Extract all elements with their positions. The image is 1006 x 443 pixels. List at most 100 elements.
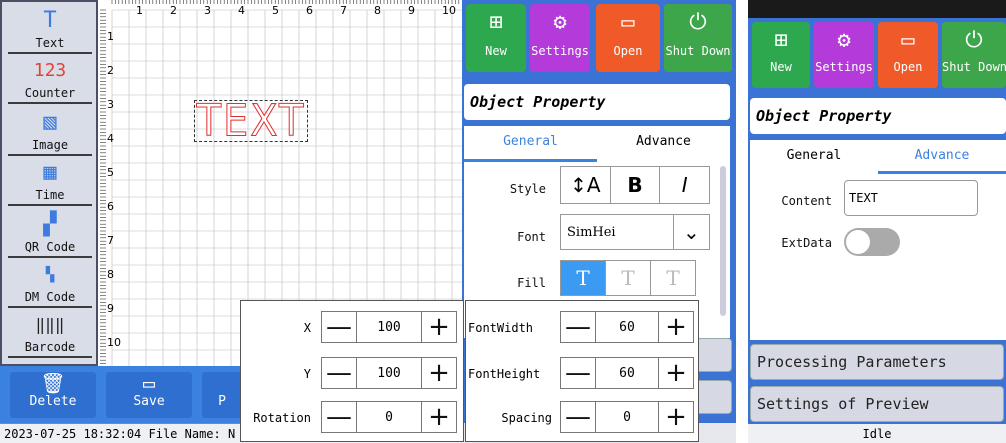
advance-panel: ⊞ New ⚙ Settings ▭ Open ⏻ Shut Down Object P… [748,0,1006,443]
new-button-2[interactable]: ⊞ New [752,22,810,88]
tab-advance[interactable]: Advance [597,126,730,162]
spacing-value[interactable]: 0 [595,402,659,432]
fontheight-value[interactable]: 60 [595,358,659,388]
italic-icon[interactable]: I [660,167,709,203]
fill-hatch-icon[interactable]: T [651,261,695,295]
extdata-toggle[interactable] [844,228,900,256]
tool-barcode[interactable]: ‖‖‖ Barcode [8,314,92,358]
fontwidth-label: FontWidth [468,321,534,335]
property-tabs-2: General Advance [750,140,1006,174]
shutdown-button[interactable]: ⏻ Shut Down [664,4,732,72]
ruler-label-top: 9 [408,4,415,17]
plus-icon[interactable]: + [422,358,456,388]
delete-label: Delete [29,394,77,409]
x-value[interactable]: 100 [356,312,422,342]
open-button[interactable]: ▭ Open [596,4,660,72]
scrollbar[interactable] [720,166,726,316]
font-size-icon[interactable]: ↕A [561,167,611,203]
save-button[interactable]: ▭ Save [106,372,192,418]
plus-icon[interactable]: + [422,312,456,342]
new-button[interactable]: ⊞ New [466,4,526,72]
minus-icon[interactable]: — [561,402,595,432]
x-stepper[interactable]: —100 + [321,311,457,343]
barcode-icon: ‖‖‖ [35,315,65,334]
content-input[interactable]: TEXT [844,180,978,216]
plus-icon[interactable]: + [659,402,693,432]
open-button-2[interactable]: ▭ Open [878,22,938,88]
tool-qr-code[interactable]: ▞ QR Code [8,214,92,258]
tab-general-2[interactable]: General [750,140,878,174]
settings-label: Settings [815,60,873,74]
minus-icon[interactable]: — [561,312,595,342]
partial-button[interactable]: P [202,372,242,418]
font-select[interactable]: SimHei ⌄ [560,214,710,250]
folder-icon: ▭ [621,10,635,35]
tab-advance-2[interactable]: Advance [878,140,1006,174]
shutdown-label: Shut Down [942,60,1006,74]
tool-image[interactable]: ▧ Image [8,112,92,156]
app-root: T Text 123 Counter ▧ Image ▦ Time ▞ QR Code ▚… [0,0,1006,443]
delete-button[interactable]: 🗑 Delete [10,372,96,418]
tool-counter[interactable]: 123 Counter [8,60,92,104]
tool-label: QR Code [8,240,92,258]
fill-label: Fill [517,276,546,290]
fill-outline-icon[interactable]: T [606,261,651,295]
y-stepper[interactable]: —100 + [321,357,457,389]
settings-of-preview-section[interactable]: Settings of Preview [750,386,1004,422]
style-label: Style [509,182,546,196]
style-selector[interactable]: ↕A B I [560,166,710,204]
tool-time[interactable]: ▦ Time [8,162,92,206]
state-indicator: Idle [748,424,1006,443]
image-icon: ▧ [43,110,57,135]
spacing-stepper[interactable]: —0 + [560,401,694,433]
plus-icon[interactable]: + [659,358,693,388]
toggle-knob [846,230,870,254]
top-strip [748,0,1006,18]
fill-solid-icon[interactable]: T [561,261,606,295]
fontwidth-stepper[interactable]: —60 + [560,311,694,343]
minus-icon[interactable]: — [322,312,356,342]
tool-text[interactable]: T Text [8,10,92,54]
rotation-value[interactable]: 0 [356,402,422,432]
ruler-label-left: 8 [107,268,114,281]
y-value[interactable]: 100 [356,358,422,388]
minus-icon[interactable]: — [322,358,356,388]
tool-label: DM Code [8,290,92,308]
fontheight-stepper[interactable]: —60 + [560,357,694,389]
fontsize-popup: FontWidth —60 + FontHeight —60 + Spacing —… [465,300,699,442]
fontwidth-value[interactable]: 60 [595,312,659,342]
partial-label: P [218,394,226,409]
ruler-label-left: 1 [107,30,114,43]
gear-icon: ⚙ [837,28,851,53]
text-object[interactable]: TEXT [194,95,308,147]
ruler-label-left: 7 [107,234,114,247]
processing-parameters-section[interactable]: Processing Parameters [750,344,1004,380]
plus-icon[interactable]: + [659,312,693,342]
tool-label: Time [8,188,92,206]
print-icon [202,372,242,394]
object-property-title: Object Property [464,84,730,120]
rotation-label: Rotation [253,411,311,425]
minus-icon[interactable]: — [561,358,595,388]
ruler-label-top: 4 [238,4,245,17]
shutdown-button-2[interactable]: ⏻ Shut Down [942,22,1006,88]
rotation-stepper[interactable]: —0 + [321,401,457,433]
settings-button[interactable]: ⚙ Settings [530,4,590,72]
bold-icon[interactable]: B [611,167,661,203]
settings-button-2[interactable]: ⚙ Settings [814,22,874,88]
tool-dm-code[interactable]: ▚ DM Code [8,264,92,308]
gap [736,0,748,443]
plus-icon[interactable]: + [422,402,456,432]
ruler-label-top: 10 [442,4,456,17]
font-select-value: SimHei [561,215,674,249]
minus-icon[interactable]: — [322,402,356,432]
ruler-label-top: 8 [374,4,381,17]
object-toolbox: T Text 123 Counter ▧ Image ▦ Time ▞ QR Code ▚… [0,0,98,366]
settings-label: Settings [531,44,589,58]
fill-selector[interactable]: T T T [560,260,696,296]
ruler-label-top: 1 [136,4,143,17]
ruler-label-left: 2 [107,64,114,77]
position-popup: X —100 + Y —100 + Rotation —0 + [240,300,464,442]
dm-code-icon: ▚ [45,267,55,283]
tab-general[interactable]: General [464,126,597,162]
